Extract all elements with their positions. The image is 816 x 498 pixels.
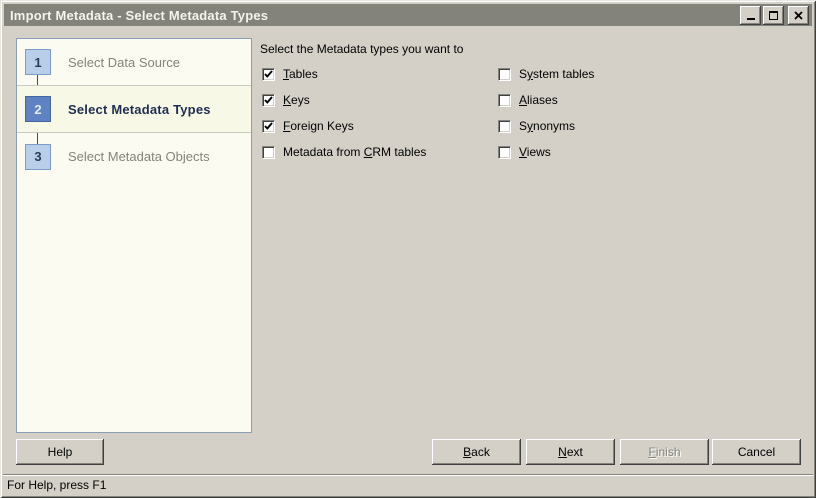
back-button[interactable]: Back bbox=[432, 439, 521, 465]
checkbox-row-foreign-keys[interactable]: Foreign Keys bbox=[262, 119, 426, 133]
step-label: Select Metadata Types bbox=[68, 102, 211, 117]
wizard-step-select-metadata-types: 2 Select Metadata Types bbox=[17, 86, 251, 133]
window-title: Import Metadata - Select Metadata Types bbox=[10, 8, 268, 23]
finish-button[interactable]: Finish bbox=[620, 439, 709, 465]
checkbox-row-views[interactable]: Views bbox=[498, 145, 594, 159]
checkbox-label[interactable]: System tables bbox=[519, 67, 594, 81]
checkbox-label[interactable]: Keys bbox=[283, 93, 310, 107]
checkbox-label[interactable]: Tables bbox=[283, 67, 318, 81]
close-button[interactable] bbox=[788, 6, 809, 25]
checkbox-system-tables[interactable] bbox=[498, 68, 511, 81]
next-button[interactable]: Next bbox=[526, 439, 615, 465]
title-bar[interactable]: Import Metadata - Select Metadata Types bbox=[4, 4, 812, 26]
maximize-icon bbox=[769, 11, 778, 20]
cancel-button[interactable]: Cancel bbox=[712, 439, 801, 465]
step-number-badge: 1 bbox=[25, 49, 51, 75]
checkbox-label[interactable]: Views bbox=[519, 145, 551, 159]
step-label: Select Metadata Objects bbox=[68, 149, 210, 164]
checkbox-row-tables[interactable]: Tables bbox=[262, 67, 426, 81]
content-header: Select the Metadata types you want to bbox=[260, 42, 463, 56]
wizard-step-select-data-source: 1 Select Data Source bbox=[17, 39, 251, 86]
step-number-badge: 2 bbox=[25, 96, 51, 122]
checkbox-column-right: System tables Aliases Synonyms Views bbox=[498, 67, 594, 171]
minimize-button[interactable] bbox=[740, 6, 761, 25]
checkbox-label[interactable]: Metadata from CRM tables bbox=[283, 145, 426, 159]
checkbox-row-system-tables[interactable]: System tables bbox=[498, 67, 594, 81]
minimize-icon bbox=[747, 18, 755, 20]
checkbox-row-metadata-from-crm-tables[interactable]: Metadata from CRM tables bbox=[262, 145, 426, 159]
help-button[interactable]: Help bbox=[16, 439, 104, 465]
checkbox-metadata-from-crm-tables[interactable] bbox=[262, 146, 275, 159]
checkbox-row-keys[interactable]: Keys bbox=[262, 93, 426, 107]
window-controls bbox=[740, 6, 812, 25]
close-icon bbox=[794, 11, 803, 20]
checkbox-row-synonyms[interactable]: Synonyms bbox=[498, 119, 594, 133]
checkmark-icon bbox=[264, 96, 273, 105]
dialog-window: Import Metadata - Select Metadata Types … bbox=[0, 0, 816, 498]
step-label: Select Data Source bbox=[68, 55, 180, 70]
checkbox-column-left: Tables Keys Foreign Keys Metadata from CRM … bbox=[262, 67, 426, 171]
checkbox-label[interactable]: Aliases bbox=[519, 93, 558, 107]
checkbox-label[interactable]: Foreign Keys bbox=[283, 119, 354, 133]
checkbox-row-aliases[interactable]: Aliases bbox=[498, 93, 594, 107]
checkbox-synonyms[interactable] bbox=[498, 120, 511, 133]
step-number-badge: 3 bbox=[25, 144, 51, 170]
status-text: For Help, press F1 bbox=[7, 478, 106, 492]
checkbox-tables[interactable] bbox=[262, 68, 275, 81]
status-bar: For Help, press F1 bbox=[3, 474, 813, 495]
checkbox-keys[interactable] bbox=[262, 94, 275, 107]
checkbox-foreign-keys[interactable] bbox=[262, 120, 275, 133]
checkbox-views[interactable] bbox=[498, 146, 511, 159]
wizard-steps-panel: 1 Select Data Source 2 Select Metadata Type… bbox=[16, 38, 252, 433]
checkmark-icon bbox=[264, 122, 273, 131]
maximize-button[interactable] bbox=[763, 6, 784, 25]
checkbox-aliases[interactable] bbox=[498, 94, 511, 107]
checkbox-label[interactable]: Synonyms bbox=[519, 119, 575, 133]
wizard-step-select-metadata-objects: 3 Select Metadata Objects bbox=[17, 133, 251, 180]
checkmark-icon bbox=[264, 70, 273, 79]
wizard-steps-list: 1 Select Data Source 2 Select Metadata Type… bbox=[17, 39, 251, 180]
